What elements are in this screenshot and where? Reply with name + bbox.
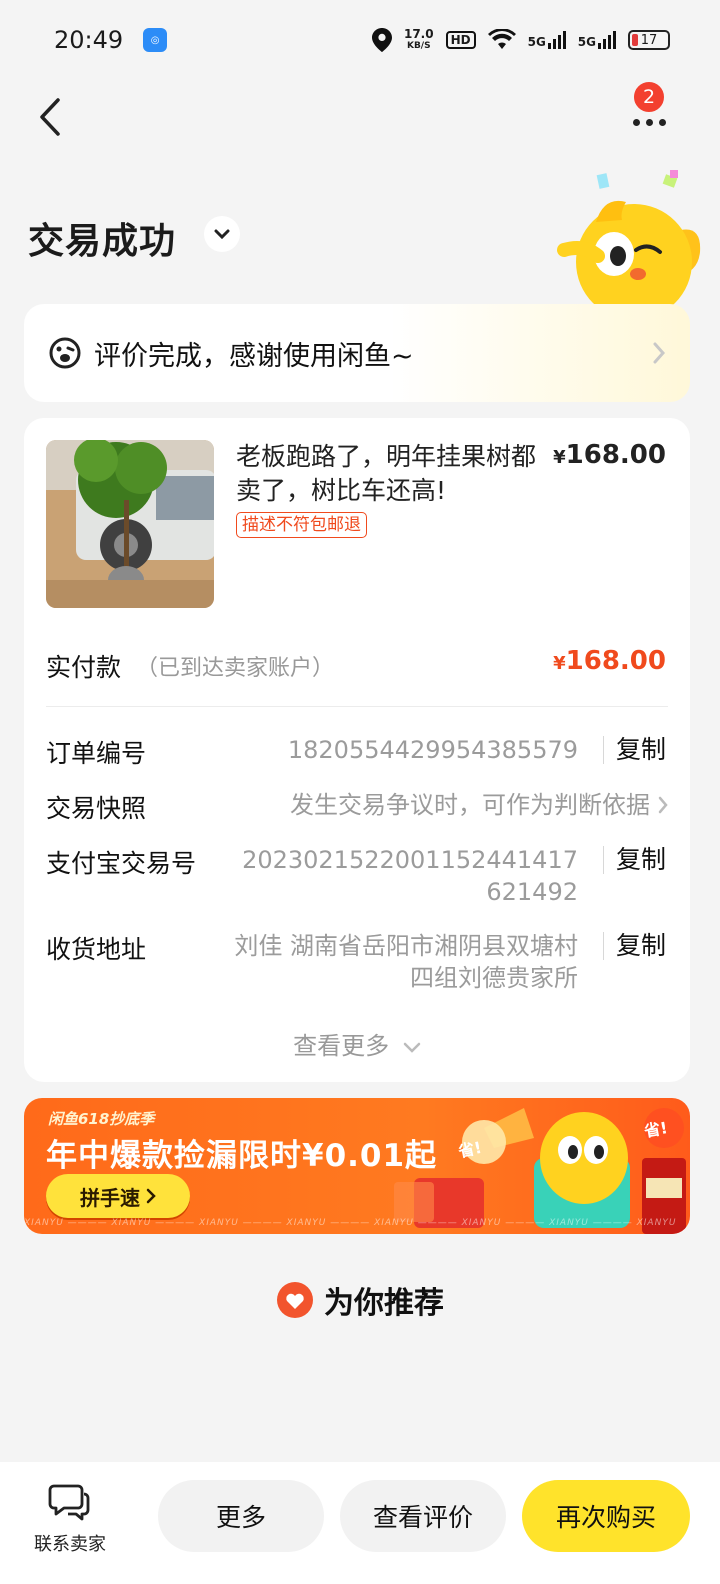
signal-2-label: 5G bbox=[577, 35, 596, 49]
battery-level: 17 bbox=[640, 32, 658, 48]
view-review-button[interactable]: 查看评价 bbox=[340, 1480, 506, 1552]
order-number-value: 1820554429954385579 bbox=[287, 736, 578, 764]
alipay-trade-label: 支付宝交易号 bbox=[46, 849, 197, 878]
address-value: 刘佳 湖南省岳阳市湘阴县双塘村 四组刘德贵家所 bbox=[234, 930, 578, 994]
recommend-heading: 为你推荐 bbox=[0, 1278, 720, 1322]
alipay-trade-line2: 621492 bbox=[486, 878, 578, 906]
currency-symbol: ¥ bbox=[553, 447, 566, 468]
address-line2: 四组刘德贵家所 bbox=[410, 964, 578, 992]
dot-icon bbox=[645, 118, 653, 126]
back-button[interactable] bbox=[30, 95, 70, 139]
promo-tag: 闲鱼618抄底季 bbox=[48, 1110, 155, 1128]
product-image[interactable] bbox=[46, 440, 214, 608]
copy-address-button[interactable]: 复制 bbox=[602, 932, 666, 960]
app-notification-icon: ◎ bbox=[143, 28, 168, 52]
snapshot-label: 交易快照 bbox=[46, 794, 147, 823]
paid-note: （已到达卖家账户） bbox=[136, 656, 335, 681]
product-title[interactable]: 老板跑路了，明年挂果树都卖了，树比车还高! bbox=[236, 440, 546, 508]
snapshot-value: 发生交易争议时，可作为判断依据 bbox=[290, 791, 650, 819]
address-label: 收货地址 bbox=[46, 935, 147, 964]
copy-alipay-trade-button[interactable]: 复制 bbox=[602, 846, 666, 874]
recommend-title: 为你推荐 bbox=[324, 1286, 444, 1321]
promo-sticker: 省! bbox=[642, 1118, 670, 1141]
promo-strip: XIANYU ———— XIANYU ———— XIANYU ———— XIAN… bbox=[24, 1218, 677, 1228]
page-title: 交易成功 bbox=[28, 221, 177, 262]
promo-sticker: 省! bbox=[456, 1137, 484, 1162]
dot-icon bbox=[658, 118, 666, 126]
view-more-label: 查看更多 bbox=[293, 1032, 390, 1060]
status-bar: 20:49 ◎ 17.0 KB/S HD 5G 5G 17 bbox=[0, 0, 720, 80]
battery-icon: 17 bbox=[628, 30, 670, 50]
paid-amount: ¥168.00 bbox=[553, 646, 666, 676]
divider bbox=[46, 706, 668, 707]
product-price-value: 168.00 bbox=[565, 440, 666, 470]
mascot-illustration bbox=[557, 170, 701, 312]
promo-action-label: 拼手速 bbox=[80, 1185, 140, 1210]
notification-badge: 2 bbox=[632, 80, 666, 114]
product-price: ¥168.00 bbox=[553, 440, 666, 470]
network-speed-value: 17.0 bbox=[403, 27, 434, 41]
smiley-icon bbox=[49, 337, 81, 369]
chevron-right-icon bbox=[146, 1188, 156, 1204]
signal-icon-1: 5G bbox=[528, 31, 566, 49]
snapshot-link[interactable]: 发生交易争议时，可作为判断依据 bbox=[290, 789, 668, 821]
chevron-down-icon bbox=[214, 229, 230, 239]
chevron-right-icon bbox=[653, 342, 666, 364]
signal-icon-2: 5G bbox=[578, 31, 616, 49]
service-tag: 描述不符包邮退 bbox=[236, 512, 367, 538]
dot-icon bbox=[632, 118, 640, 126]
contact-seller-button[interactable]: 联系卖家 bbox=[24, 1482, 116, 1556]
chat-bubble-icon bbox=[48, 1484, 90, 1521]
copy-order-number-button[interactable]: 复制 bbox=[602, 736, 666, 764]
chevron-left-icon bbox=[40, 98, 60, 136]
chevron-right-icon bbox=[658, 796, 668, 814]
more-actions-button[interactable]: 更多 bbox=[158, 1480, 324, 1552]
hd-badge: HD bbox=[445, 31, 476, 49]
paid-amount-value: 168.00 bbox=[565, 646, 666, 676]
chevron-down-icon bbox=[403, 1042, 421, 1053]
alipay-trade-line1: 2023021522001152441417 bbox=[242, 846, 578, 874]
review-complete-banner[interactable]: 评价完成，感谢使用闲鱼~ bbox=[24, 304, 690, 402]
network-speed: 17.0 KB/S bbox=[404, 28, 434, 52]
paid-label: 实付款 bbox=[46, 653, 122, 682]
order-card: 老板跑路了，明年挂果树都卖了，树比车还高! ¥168.00 描述不符包邮退 实付… bbox=[24, 418, 690, 1082]
status-time: 20:49 bbox=[54, 26, 124, 54]
address-line1: 刘佳 湖南省岳阳市湘阴县双塘村 bbox=[234, 932, 578, 960]
network-speed-unit: KB/S bbox=[406, 41, 431, 51]
view-more-button[interactable]: 查看更多 bbox=[24, 1026, 690, 1061]
wifi-icon bbox=[487, 29, 516, 49]
review-complete-text: 评价完成，感谢使用闲鱼~ bbox=[94, 340, 414, 372]
promo-title: 年中爆款捡漏限时¥0.01起 bbox=[46, 1138, 438, 1174]
alipay-trade-value: 2023021522001152441417 621492 bbox=[242, 844, 578, 908]
order-number-label: 订单编号 bbox=[46, 739, 147, 768]
promo-banner[interactable]: 闲鱼618抄底季 年中爆款捡漏限时¥0.01起 拼手速 省! 省! XIANYU… bbox=[24, 1098, 690, 1234]
buy-again-button[interactable]: 再次购买 bbox=[522, 1480, 690, 1552]
heart-icon bbox=[277, 1282, 313, 1318]
contact-seller-label: 联系卖家 bbox=[34, 1534, 106, 1555]
status-indicators: 17.0 KB/S HD 5G 5G 17 bbox=[371, 28, 670, 52]
bottom-action-bar: 联系卖家 更多 查看评价 再次购买 bbox=[0, 1462, 720, 1584]
status-expand-button[interactable] bbox=[204, 216, 240, 252]
signal-1-label: 5G bbox=[527, 35, 546, 49]
currency-symbol: ¥ bbox=[553, 653, 566, 674]
promo-action-button[interactable]: 拼手速 bbox=[46, 1174, 190, 1218]
location-icon bbox=[371, 28, 392, 52]
